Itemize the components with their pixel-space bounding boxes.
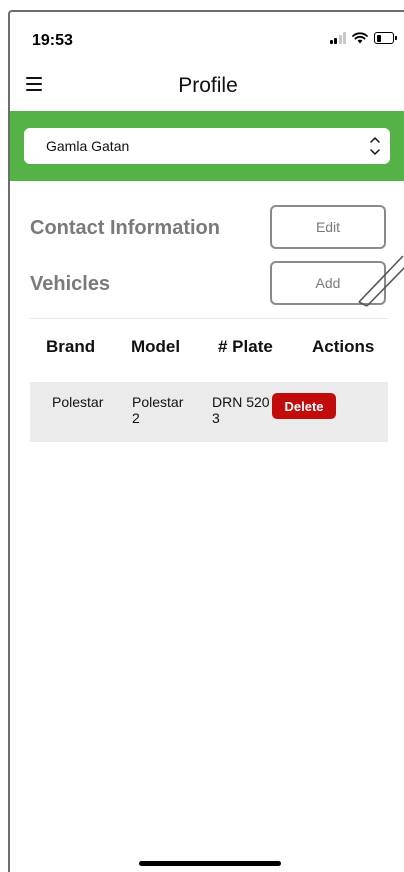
vehicle-actions: Delete [272,382,388,419]
delete-vehicle-button[interactable]: Delete [272,393,336,419]
vehicles-table-header: Brand Model # Plate Actions [30,332,388,362]
vehicle-model: Polestar 2 [132,394,184,426]
chevron-up-down-icon [370,137,380,155]
status-bar: 19:53 [10,12,404,64]
vehicle-plate: DRN 5203 [212,394,270,426]
location-select-value: Gamla Gatan [46,138,130,154]
contact-information-heading: Contact Information [30,217,220,239]
location-band: Gamla Gatan [10,111,404,181]
add-vehicle-button[interactable]: Add [270,261,386,305]
signal-icon [329,32,346,44]
section-divider [30,318,388,319]
column-header-brand: Brand [46,337,96,356]
home-indicator[interactable] [139,861,281,866]
vehicles-table: Brand Model # Plate Actions Polestar Pol… [30,332,388,442]
column-header-model: Model [131,337,181,356]
column-header-plate: # Plate [218,337,273,356]
vehicle-brand: Polestar [52,394,104,410]
edit-contact-button[interactable]: Edit [270,205,386,249]
battery-icon [374,32,397,44]
page-title: Profile [178,74,238,97]
phone-screen: 19:53 Profile Gamla Gatan Contact Inform… [8,10,404,872]
table-row: Polestar Polestar 2 DRN 5203 Delete [30,382,388,442]
status-icons [329,32,397,44]
status-time: 19:53 [32,32,73,49]
nav-bar: Profile [10,68,404,108]
location-select[interactable]: Gamla Gatan [24,128,390,164]
wifi-icon [352,32,368,44]
vehicles-heading: Vehicles [30,273,111,295]
column-header-actions: Actions [312,337,375,356]
